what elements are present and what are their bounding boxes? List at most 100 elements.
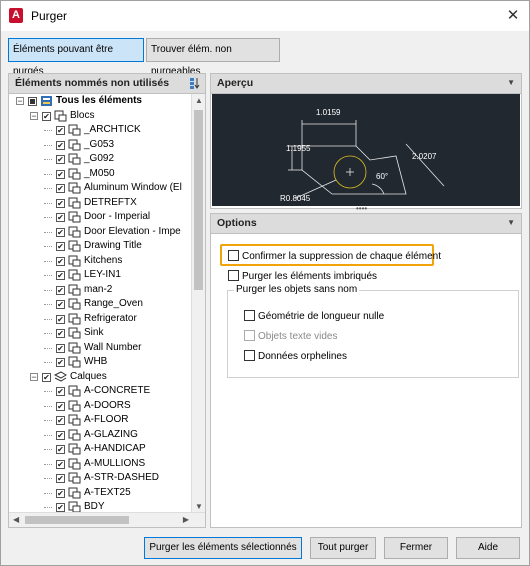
- tree-item[interactable]: A-TEXT25: [10, 486, 192, 501]
- item-checkbox[interactable]: [56, 503, 65, 512]
- item-checkbox[interactable]: [56, 227, 65, 237]
- item-checkbox[interactable]: [56, 416, 65, 425]
- tab-non-purgeable[interactable]: Trouver élém. non purgeables: [146, 38, 280, 77]
- item-checkbox[interactable]: [56, 184, 65, 193]
- zero-length-geometry-checkbox[interactable]: Géométrie de longueur nulle: [244, 310, 384, 323]
- scroll-left-arrow-icon[interactable]: ◀: [13, 515, 19, 524]
- tree-item[interactable]: _M050: [10, 167, 192, 182]
- title-bar: A Purger ✕: [1, 1, 529, 31]
- close-button[interactable]: Fermer: [384, 537, 448, 559]
- tree-vertical-scrollbar[interactable]: ▲ ▼: [191, 94, 205, 513]
- scroll-up-arrow-icon[interactable]: ▲: [195, 96, 203, 105]
- collapse-toggle-icon[interactable]: −: [30, 372, 38, 381]
- item-checkbox[interactable]: [56, 300, 65, 309]
- tree-connector: [44, 333, 52, 334]
- tree-item[interactable]: Refrigerator: [10, 312, 192, 327]
- item-checkbox[interactable]: [56, 213, 65, 222]
- tree-item[interactable]: _G092: [10, 152, 192, 167]
- tree-item[interactable]: A-DOORS: [10, 399, 192, 414]
- item-checkbox[interactable]: [56, 343, 65, 353]
- item-checkbox[interactable]: [56, 256, 65, 266]
- orphaned-data-box[interactable]: [244, 350, 255, 361]
- item-checkbox[interactable]: [56, 285, 65, 295]
- item-checkbox[interactable]: [56, 488, 65, 498]
- block-icon: [68, 255, 81, 267]
- tree-item[interactable]: A-STR-DASHED: [10, 471, 192, 486]
- item-checkbox[interactable]: [56, 242, 65, 251]
- tree-item[interactable]: Aluminum Window (El: [10, 181, 192, 196]
- item-checkbox[interactable]: [56, 474, 65, 483]
- tree-item[interactable]: Door Elevation - Impe: [10, 225, 192, 240]
- orphaned-data-checkbox[interactable]: Données orphelines: [244, 350, 347, 363]
- tree-item[interactable]: DETREFTX: [10, 196, 192, 211]
- zero-length-geometry-box[interactable]: [244, 310, 255, 321]
- block-icon: [68, 182, 81, 194]
- tree-connector: [44, 231, 52, 233]
- preview-header: Aperçu: [211, 74, 521, 94]
- tree-item[interactable]: A-GLAZING: [10, 428, 192, 443]
- tree-item[interactable]: LEY-IN1: [10, 268, 192, 283]
- item-checkbox[interactable]: [28, 97, 37, 106]
- tree-group-0[interactable]: − Blocs: [10, 109, 192, 124]
- tree-group-1[interactable]: − Calques: [10, 370, 192, 385]
- item-checkbox[interactable]: [42, 372, 51, 382]
- item-checkbox[interactable]: [56, 155, 65, 164]
- item-checkbox[interactable]: [42, 111, 51, 121]
- item-label: Wall Number: [84, 341, 142, 353]
- block-icon: [68, 124, 81, 136]
- tree-connector: [44, 304, 52, 305]
- tree-item[interactable]: Kitchens: [10, 254, 192, 269]
- purge-nested-box[interactable]: [228, 270, 239, 281]
- item-checkbox[interactable]: [56, 459, 65, 469]
- collapse-toggle-icon[interactable]: −: [16, 97, 24, 106]
- items-tree[interactable]: − Tous les éléments − Blocs _ARCHTICK _G053 _G…: [10, 94, 192, 513]
- tree-item[interactable]: A-MULLIONS: [10, 457, 192, 472]
- collapse-toggle-icon[interactable]: −: [30, 111, 38, 120]
- tree-item[interactable]: WHB: [10, 355, 192, 370]
- tree-connector: [44, 391, 52, 392]
- tree-item[interactable]: Range_Oven: [10, 297, 192, 312]
- item-checkbox[interactable]: [56, 358, 65, 367]
- purge-nested-checkbox[interactable]: Purger les éléments imbriqués: [228, 270, 377, 283]
- tree-vertical-scroll-thumb[interactable]: [194, 110, 203, 290]
- item-checkbox[interactable]: [56, 314, 65, 324]
- tree-item[interactable]: Sink: [10, 326, 192, 341]
- close-window-button[interactable]: ✕: [501, 4, 525, 28]
- item-checkbox[interactable]: [56, 401, 65, 411]
- tab-purgeable[interactable]: Éléments pouvant être purgés: [8, 38, 144, 77]
- help-button[interactable]: Aide: [456, 537, 520, 559]
- sort-icon[interactable]: [190, 77, 201, 89]
- scroll-down-arrow-icon[interactable]: ▼: [195, 502, 203, 511]
- item-checkbox[interactable]: [56, 271, 65, 280]
- item-checkbox[interactable]: [56, 169, 65, 179]
- item-checkbox[interactable]: [56, 126, 65, 135]
- item-checkbox[interactable]: [56, 140, 65, 150]
- tree-item[interactable]: A-CONCRETE: [10, 384, 192, 399]
- tree-item[interactable]: _G053: [10, 138, 192, 153]
- collapse-options-chevron-icon[interactable]: ▼: [507, 218, 515, 227]
- tree-item[interactable]: Door - Imperial: [10, 210, 192, 225]
- tree-item[interactable]: Drawing Title: [10, 239, 192, 254]
- tree-item[interactable]: _ARCHTICK: [10, 123, 192, 138]
- item-checkbox[interactable]: [56, 445, 65, 454]
- item-checkbox[interactable]: [56, 430, 65, 440]
- tree-item[interactable]: A-HANDICAP: [10, 442, 192, 457]
- scroll-right-arrow-icon[interactable]: ▶: [183, 515, 189, 524]
- tree-root-all-items[interactable]: − Tous les éléments: [10, 94, 192, 109]
- confirm-delete-checkbox[interactable]: Confirmer la suppression de chaque éléme…: [228, 250, 441, 263]
- item-checkbox[interactable]: [56, 387, 65, 396]
- empty-text-objects-box[interactable]: [244, 330, 255, 341]
- tree-item[interactable]: Wall Number: [10, 341, 192, 356]
- tree-item[interactable]: man-2: [10, 283, 192, 298]
- tree-horizontal-scroll-thumb[interactable]: [25, 516, 129, 524]
- tree-horizontal-scrollbar[interactable]: ◀ ▶: [9, 512, 205, 527]
- item-checkbox[interactable]: [56, 329, 65, 338]
- tree-item[interactable]: A-FLOOR: [10, 413, 192, 428]
- item-checkbox[interactable]: [56, 198, 65, 208]
- purge-selected-button[interactable]: Purger les éléments sélectionnés: [144, 537, 302, 559]
- empty-text-objects-checkbox[interactable]: Objets texte vides: [244, 330, 337, 343]
- block-icon: [68, 342, 81, 354]
- collapse-preview-chevron-icon[interactable]: ▼: [507, 78, 515, 87]
- purge-all-button[interactable]: Tout purger: [310, 537, 376, 559]
- confirm-delete-box[interactable]: [228, 250, 239, 261]
